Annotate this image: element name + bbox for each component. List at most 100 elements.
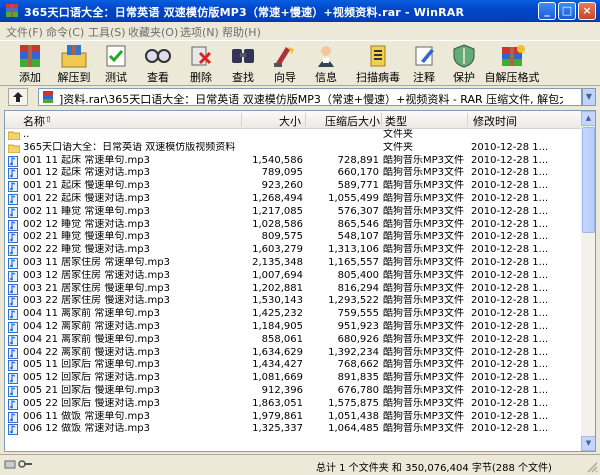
scroll-up-icon: ▲ <box>585 114 592 122</box>
file-name: 002 21 睡觉 慢速单句.mp3 <box>23 231 150 243</box>
file-type: 酷狗音乐MP3文件 <box>383 154 465 166</box>
column-packed[interactable]: 压缩后大小 <box>325 113 380 129</box>
file-row[interactable]: 004 22 离家前 慢速对话.mp3 1,634,629 1,392,234 酷狗音… <box>5 347 581 360</box>
file-row[interactable]: 003 12 居家住房 常速对话.mp3 1,007,694 805,400 酷狗音乐… <box>5 270 581 283</box>
mp3-file-icon <box>8 398 18 410</box>
sfx-icon <box>502 45 525 66</box>
column-name[interactable]: 名称 <box>23 113 45 129</box>
file-type: 酷狗音乐MP3文件 <box>383 167 465 179</box>
comment-button[interactable]: 注释 <box>404 41 444 85</box>
file-modified: 2010-12-28 1... <box>471 154 549 166</box>
scroll-thumb[interactable] <box>582 127 595 233</box>
parent-folder-icon <box>8 131 20 140</box>
file-row[interactable]: 002 12 睡觉 常速对话.mp3 1,028,586 865,546 酷狗音乐MP… <box>5 219 581 232</box>
extract-to-button[interactable]: 解压到 <box>52 41 96 85</box>
column-size[interactable]: 大小 <box>279 113 301 129</box>
file-row[interactable]: 001 11 起床 常速单句.mp3 1,540,586 728,891 酷狗音乐MP… <box>5 155 581 168</box>
menu-favorites[interactable]: 收藏夹(O) <box>128 24 178 40</box>
find-button[interactable]: 查找 <box>222 41 264 85</box>
file-rows: .. 文件夹 365天口语大全：日常英语 双速模仿版视频资料 文件夹 2010-12-2… <box>5 129 581 436</box>
delete-icon <box>191 46 212 66</box>
file-row[interactable]: 002 21 睡觉 慢速单句.mp3 809,575 548,107 酷狗音乐MP3文… <box>5 231 581 244</box>
file-row[interactable]: 001 12 起床 常速对话.mp3 789,095 660,170 酷狗音乐MP3文… <box>5 167 581 180</box>
file-row[interactable]: 004 12 离家前 常速对话.mp3 1,184,905 951,923 酷狗音乐M… <box>5 321 581 334</box>
file-size: 1,184,905 <box>252 320 303 332</box>
menu-options[interactable]: 选项(N) <box>180 24 219 40</box>
mp3-file-icon <box>8 321 18 333</box>
menu-file[interactable]: 文件(F) <box>6 24 43 40</box>
file-size: 789,095 <box>261 167 303 179</box>
test-button[interactable]: 测试 <box>96 41 136 85</box>
file-type: 酷狗音乐MP3文件 <box>383 256 465 268</box>
column-type[interactable]: 类型 <box>385 113 407 129</box>
up-folder-button[interactable] <box>8 88 28 106</box>
file-row[interactable]: 005 12 回家后 常速对话.mp3 1,081,669 891,835 酷狗音乐M… <box>5 372 581 385</box>
menu-tools[interactable]: 工具(S) <box>88 24 126 40</box>
file-type: 文件夹 <box>383 141 413 153</box>
sfx-button[interactable]: 自解压格式 <box>484 41 540 85</box>
file-row[interactable]: 001 22 起床 慢速对话.mp3 1,268,494 1,055,499 酷狗音乐… <box>5 193 581 206</box>
file-modified: 2010-12-28 1... <box>471 295 549 307</box>
protect-button[interactable]: 保护 <box>444 41 484 85</box>
address-dropdown-button[interactable]: ▼ <box>582 88 596 106</box>
mp3-file-icon <box>8 245 18 257</box>
file-row[interactable]: 005 22 回家后 慢速对话.mp3 1,863,051 1,575,875 酷狗音… <box>5 398 581 411</box>
file-name: 004 11 离家前 常速单句.mp3 <box>23 308 160 320</box>
file-type: 文件夹 <box>383 129 413 140</box>
file-modified: 2010-12-28 1... <box>471 256 549 268</box>
file-row[interactable]: 002 11 睡觉 常速单句.mp3 1,217,085 576,307 酷狗音乐MP… <box>5 206 581 219</box>
folder-row[interactable]: 365天口语大全：日常英语 双速模仿版视频资料 文件夹 2010-12-28 1..… <box>5 142 581 155</box>
file-name: 004 21 离家前 慢速单句.mp3 <box>23 333 160 345</box>
file-row[interactable]: 005 11 回家后 常速单句.mp3 1,434,427 768,662 酷狗音乐M… <box>5 359 581 372</box>
file-packed-size: 680,926 <box>337 333 379 345</box>
protect-icon <box>453 44 475 68</box>
file-modified: 2010-12-28 1... <box>471 269 549 281</box>
folder-row[interactable]: .. 文件夹 <box>5 129 581 142</box>
info-button[interactable]: 信息 <box>306 41 346 85</box>
mp3-file-icon <box>8 270 18 282</box>
file-type: 酷狗音乐MP3文件 <box>383 205 465 217</box>
file-modified: 2010-12-28 1... <box>471 359 549 371</box>
file-type: 酷狗音乐MP3文件 <box>383 372 465 384</box>
delete-button[interactable]: 删除 <box>180 41 222 85</box>
file-row[interactable]: 001 21 起床 慢速单句.mp3 923,260 589,771 酷狗音乐MP3文… <box>5 180 581 193</box>
file-row[interactable]: 002 22 睡觉 慢速对话.mp3 1,603,279 1,313,106 酷狗音乐… <box>5 244 581 257</box>
file-row[interactable]: 004 21 离家前 慢速单句.mp3 858,061 680,926 酷狗音乐MP3… <box>5 334 581 347</box>
menu-commands[interactable]: 命令(C) <box>46 24 84 40</box>
file-list[interactable]: 名称 ⇧ 大小 压缩后大小 类型 修改时间 .. 文件夹 365天口语大全：日常英语… <box>4 110 596 452</box>
wizard-button[interactable]: 向导 <box>264 41 306 85</box>
mp3-file-icon <box>8 206 18 218</box>
minimize-button[interactable]: _ <box>538 2 556 20</box>
virus-scan-button[interactable]: 扫描病毒 <box>352 41 404 85</box>
file-type: 酷狗音乐MP3文件 <box>383 320 465 332</box>
file-name: 003 21 居家住房 慢速单句.mp3 <box>23 282 170 294</box>
scroll-down-button[interactable]: ▼ <box>581 436 595 451</box>
maximize-button[interactable]: □ <box>558 2 576 20</box>
file-packed-size: 768,662 <box>337 359 379 371</box>
file-row[interactable]: 003 11 居家住房 常速单句.mp3 2,135,348 1,165,557 酷狗… <box>5 257 581 270</box>
title-bar[interactable]: 365天口语大全：日常英语 双速模仿版MP3（常速+慢速）+视频资料.rar -… <box>0 0 600 22</box>
menu-help[interactable]: 帮助(H) <box>222 24 261 40</box>
mp3-file-icon <box>8 168 18 180</box>
scroll-up-button[interactable]: ▲ <box>581 111 595 126</box>
file-name: 002 11 睡觉 常速单句.mp3 <box>23 205 150 217</box>
close-button[interactable]: × <box>578 2 596 20</box>
file-row[interactable]: 003 22 居家住房 慢速对话.mp3 1,530,143 1,293,522 酷狗… <box>5 295 581 308</box>
file-type: 酷狗音乐MP3文件 <box>383 269 465 281</box>
window-title: 365天口语大全：日常英语 双速模仿版MP3（常速+慢速）+视频资料.rar -… <box>24 6 465 19</box>
file-row[interactable]: 006 12 做饭 常速对话.mp3 1,325,337 1,064,485 酷狗音乐… <box>5 423 581 436</box>
file-type: 酷狗音乐MP3文件 <box>383 231 465 243</box>
vertical-scrollbar[interactable]: ▲ ▼ <box>581 111 595 451</box>
resize-grip-icon[interactable] <box>586 461 598 473</box>
file-name: 003 11 居家住房 常速单句.mp3 <box>23 256 170 268</box>
address-field[interactable]: ]资料.rar\365天口语大全：日常英语 双速模仿版MP3（常速+慢速）+视频… <box>38 88 582 106</box>
file-name: 002 12 睡觉 常速对话.mp3 <box>23 218 150 230</box>
file-row[interactable]: 006 11 做饭 常速单句.mp3 1,979,861 1,051,438 酷狗音乐… <box>5 411 581 424</box>
add-button[interactable]: 添加 <box>8 41 52 85</box>
file-row[interactable]: 003 21 居家住房 慢速单句.mp3 1,202,881 816,294 酷狗音乐… <box>5 283 581 296</box>
file-row[interactable]: 005 21 回家后 慢速单句.mp3 912,396 676,780 酷狗音乐MP3… <box>5 385 581 398</box>
file-row[interactable]: 004 11 离家前 常速单句.mp3 1,425,232 759,555 酷狗音乐M… <box>5 308 581 321</box>
view-button[interactable]: 查看 <box>136 41 180 85</box>
column-modified[interactable]: 修改时间 <box>473 113 517 129</box>
close-icon: × <box>582 4 592 17</box>
